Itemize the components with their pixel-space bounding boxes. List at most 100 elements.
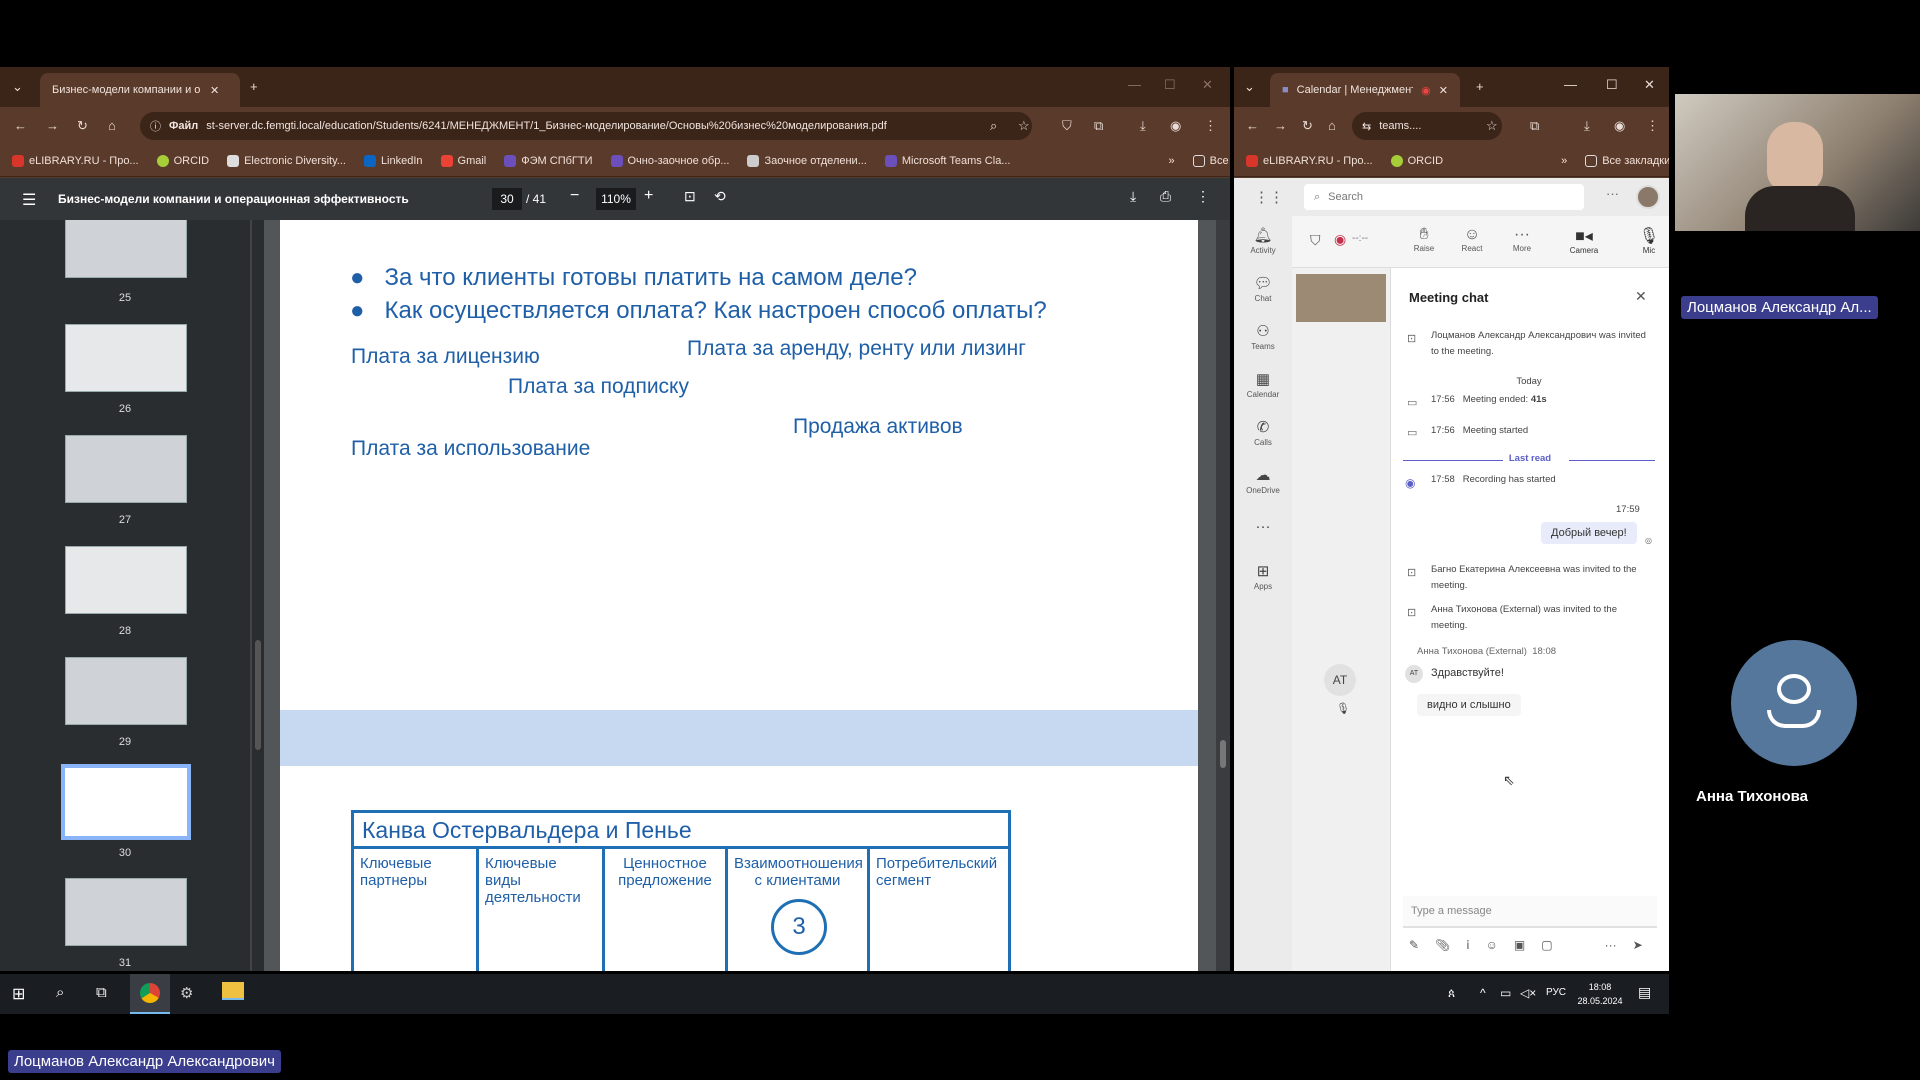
rail-more[interactable]: ··· [1234, 518, 1292, 537]
user-avatar[interactable] [1636, 185, 1660, 209]
chrome-taskbar-button[interactable] [130, 974, 170, 1014]
fit-page-icon[interactable]: ⊡ [684, 188, 696, 205]
input-language[interactable]: РУС [1546, 987, 1566, 998]
gif-icon[interactable]: ▣ [1514, 938, 1525, 952]
download-icon[interactable]: ⤓ [1584, 118, 1590, 134]
bookmark-elibrary[interactable]: eLIBRARY.RU - Про... [1246, 154, 1373, 167]
message-bubble-1[interactable]: Здравствуйте! [1427, 664, 1508, 682]
forward-icon[interactable]: → [46, 118, 59, 133]
volume-icon[interactable]: ◁× [1520, 986, 1536, 1000]
back-icon[interactable]: ← [1246, 118, 1259, 133]
new-tab-icon[interactable]: + [250, 79, 258, 94]
minimize-icon[interactable]: — [1564, 77, 1577, 92]
bookmark-orcid[interactable]: ORCID [1390, 154, 1443, 167]
rail-onedrive[interactable]: ☁︎ OneDrive [1234, 466, 1292, 495]
task-view-icon[interactable]: ⧉ [96, 984, 107, 1001]
thumbnail-31[interactable] [65, 878, 187, 946]
presenter-video-tile[interactable] [1675, 94, 1920, 231]
more-bookmarks-icon[interactable]: » [1168, 155, 1174, 167]
tab-calendar[interactable]: ■ Calendar | Менеджмент 28 ◉ ✕ [1270, 73, 1460, 107]
sticker-icon[interactable]: ▢ [1541, 938, 1552, 952]
network-icon[interactable]: ▭ [1500, 986, 1511, 1000]
pdf-scrollbar[interactable] [1216, 220, 1230, 971]
tab-list-icon[interactable]: ⌄ [12, 79, 23, 95]
download-icon[interactable]: ⤓ [1140, 118, 1146, 134]
rail-chat[interactable]: 💬︎ Chat [1234, 274, 1292, 303]
windows-start-icon[interactable]: ⊞ [12, 984, 25, 1004]
all-bookmarks[interactable]: Все закладки [1585, 154, 1669, 167]
pdf-scroll-thumb[interactable] [1220, 740, 1226, 768]
emoji-icon[interactable]: ☺ [1486, 938, 1498, 952]
thumbnail-26[interactable] [65, 324, 187, 392]
clock[interactable]: 18:08 28.05.2024 [1572, 980, 1628, 1008]
thumbnail-27[interactable] [65, 435, 187, 503]
extensions-icon[interactable]: ⧉ [1094, 118, 1103, 134]
bookmark-linkedin[interactable]: LinkedIn [363, 154, 423, 167]
bookmark-orcid[interactable]: ORCID [156, 154, 209, 167]
zoom-in-icon[interactable]: + [644, 187, 653, 205]
reload-icon[interactable]: ↻ [1302, 118, 1313, 134]
loop-icon[interactable]: ⅰ [1466, 938, 1469, 952]
back-icon[interactable]: ← [14, 118, 27, 133]
file-explorer-icon[interactable] [222, 982, 244, 1000]
sidebar-scrollbar[interactable] [252, 220, 264, 971]
minimize-icon[interactable]: — [1128, 77, 1141, 92]
person-icon[interactable]: ጰ [1448, 986, 1455, 1001]
home-icon[interactable]: ⌂ [108, 118, 116, 133]
rail-activity[interactable]: 🔔︎ Activity [1234, 226, 1292, 255]
notifications-icon[interactable]: ▤ [1638, 984, 1651, 1001]
close-icon[interactable]: ✕ [210, 84, 219, 97]
compose-input[interactable]: Type a message [1403, 896, 1657, 928]
mic-button[interactable]: 🎙︎ Mic [1634, 226, 1664, 255]
forward-icon[interactable]: → [1274, 118, 1287, 133]
camera-button[interactable]: ■◂ Camera [1560, 226, 1608, 255]
more-options-icon[interactable]: ··· [1605, 938, 1617, 952]
zoom-input[interactable]: 110% [596, 188, 636, 210]
message-bubble-2[interactable]: видно и слышно [1417, 694, 1521, 716]
presenter-thumbnail[interactable] [1296, 274, 1386, 322]
thumbnail-29[interactable] [65, 657, 187, 725]
profile-icon[interactable]: ◉ [1170, 118, 1181, 134]
app-taskbar-icon[interactable]: ⚙ [180, 984, 193, 1002]
bookmark-gmail[interactable]: Gmail [440, 154, 486, 167]
settings-more-icon[interactable]: ··· [1606, 186, 1619, 201]
all-bookmarks[interactable]: Все закладки [1192, 154, 1230, 167]
profile-icon[interactable]: ◉ [1614, 118, 1625, 134]
tab-list-icon[interactable]: ⌄ [1244, 79, 1255, 95]
rail-teams[interactable]: ⚇ Teams [1234, 322, 1292, 351]
teams-search[interactable]: ⌕ Search [1304, 184, 1584, 210]
zoom-icon[interactable]: ⌕ [990, 118, 997, 134]
bookmark-elibrary[interactable]: eLIBRARY.RU - Про... [12, 154, 139, 167]
print-icon[interactable]: ⎙ [1160, 188, 1171, 205]
menu-icon[interactable]: ⋮ [1646, 118, 1659, 134]
attach-icon[interactable]: 📎︎ [1435, 938, 1450, 952]
thumbnail-25[interactable] [65, 220, 187, 278]
star-icon[interactable]: ☆ [1018, 118, 1030, 134]
teams-url-field[interactable]: ⇆ teams.... [1352, 112, 1502, 140]
close-icon[interactable]: ✕ [1439, 84, 1448, 97]
extensions-icon[interactable]: ⧉ [1530, 118, 1539, 134]
my-message-bubble[interactable]: Добрый вечер! [1541, 522, 1637, 544]
bookmark-fem[interactable]: ФЭМ СПбГТИ [504, 154, 593, 167]
shield-icon[interactable]: ⛉ [1310, 232, 1321, 249]
maximize-icon[interactable]: ☐ [1164, 77, 1176, 93]
tray-chevron-icon[interactable]: ^ [1480, 986, 1486, 1000]
close-chat-icon[interactable]: ✕ [1635, 288, 1647, 305]
menu-icon[interactable]: ⋮ [1204, 118, 1217, 134]
bookmark-ms-teams[interactable]: Microsoft Teams Cla... [884, 154, 1010, 167]
reload-icon[interactable]: ↻ [77, 118, 88, 134]
page-number-input[interactable]: 30 [492, 188, 522, 210]
send-icon[interactable]: ➤ [1633, 938, 1643, 952]
window-close-icon[interactable]: ✕ [1644, 77, 1655, 93]
participant-avatar[interactable]: AT [1324, 664, 1356, 696]
raise-hand-button[interactable]: ✋︎ Raise [1404, 226, 1444, 253]
bookmark-electronic-diversity[interactable]: Electronic Diversity... [227, 154, 346, 167]
react-button[interactable]: ☺ React [1452, 226, 1492, 253]
pdf-menu-icon[interactable]: ☰ [22, 190, 36, 210]
thumbnail-30-selected[interactable] [61, 764, 191, 840]
sidebar-scroll-thumb[interactable] [255, 640, 261, 750]
rail-apps[interactable]: ⊞ Apps [1234, 562, 1292, 591]
thumbnail-28[interactable] [65, 546, 187, 614]
zoom-out-icon[interactable]: − [570, 187, 579, 205]
shield-icon[interactable]: ⛉ [1062, 118, 1072, 134]
